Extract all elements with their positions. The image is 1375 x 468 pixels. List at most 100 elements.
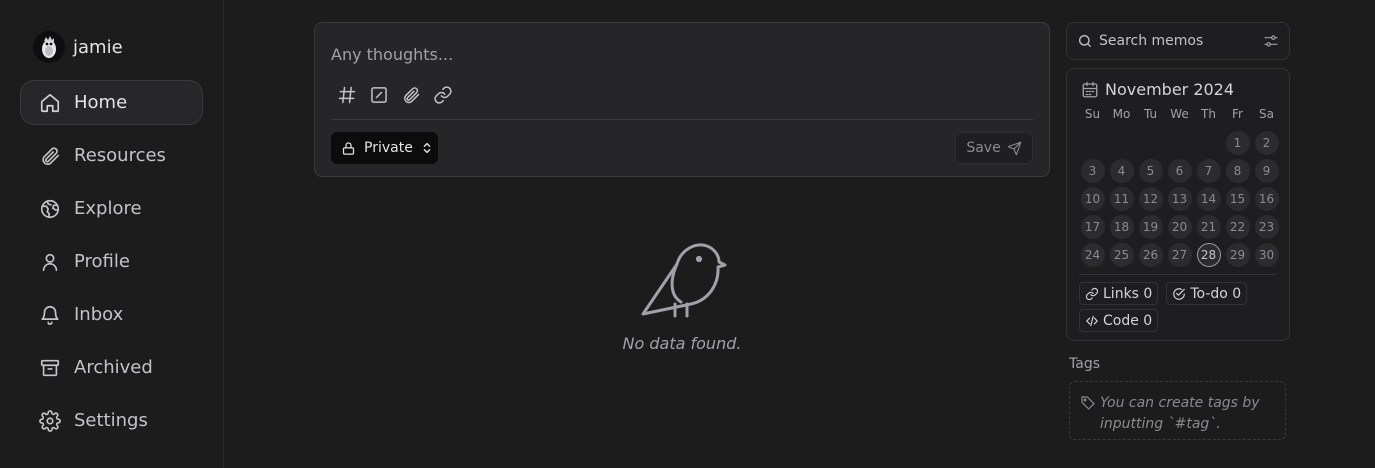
nav-item-inbox[interactable]: Inbox	[20, 292, 203, 337]
sidebar: jamie Home Resources Explore Profile Inb…	[0, 0, 224, 468]
calendar-day[interactable]: 26	[1138, 243, 1163, 267]
calendar-day[interactable]: 4	[1109, 159, 1134, 183]
calendar-blank	[1081, 131, 1105, 155]
link-icon[interactable]	[433, 85, 453, 105]
calendar-title: November 2024	[1105, 80, 1235, 99]
calendar-day[interactable]: 21	[1196, 215, 1221, 239]
paperclip-icon[interactable]	[401, 85, 421, 105]
search-input[interactable]	[1099, 33, 1257, 49]
calendar-day[interactable]: 16	[1254, 187, 1279, 211]
check-square-icon	[1172, 287, 1186, 301]
weekday-label: Th	[1201, 107, 1216, 121]
nav-item-label: Inbox	[74, 304, 124, 325]
weekday-label: Mo	[1112, 107, 1131, 121]
tags-empty-box: You can create tags by inputting `#tag`.	[1069, 381, 1286, 440]
nav-item-label: Archived	[74, 357, 153, 378]
code-stat-label: Code 0	[1103, 312, 1153, 329]
search-box	[1066, 22, 1290, 60]
main-nav: Home Resources Explore Profile Inbox Arc…	[20, 80, 203, 451]
calendar-day[interactable]: 6	[1167, 159, 1192, 183]
calendar-day[interactable]: 24	[1080, 243, 1105, 267]
save-button[interactable]: Save	[955, 132, 1033, 164]
calendar-day[interactable]: 7	[1196, 159, 1221, 183]
hashtag-icon[interactable]	[337, 85, 357, 105]
calendar-day[interactable]: 11	[1109, 187, 1134, 211]
avatar	[33, 31, 65, 63]
nav-item-home[interactable]: Home	[20, 80, 203, 125]
tags-title: Tags	[1069, 356, 1100, 372]
nav-item-label: Profile	[74, 251, 130, 272]
calendar-day[interactable]: 2	[1254, 131, 1279, 155]
calendar-day[interactable]: 1	[1225, 131, 1250, 155]
nav-item-profile[interactable]: Profile	[20, 239, 203, 284]
calendar-day[interactable]: 10	[1080, 187, 1105, 211]
calendar-day-today[interactable]: 28	[1196, 243, 1221, 267]
filter-settings-icon[interactable]	[1263, 33, 1279, 49]
memo-stats: Links 0 To-do 0 Code 0	[1079, 282, 1279, 332]
user-icon	[38, 250, 62, 274]
calendar-day[interactable]: 27	[1167, 243, 1192, 267]
archive-icon	[38, 356, 62, 380]
calendar-day[interactable]: 3	[1080, 159, 1105, 183]
memo-editor: Private Save	[314, 22, 1050, 177]
calendar-day[interactable]: 9	[1254, 159, 1279, 183]
code-icon	[1085, 314, 1099, 328]
calendar-day[interactable]: 30	[1254, 243, 1279, 267]
calendar-blank	[1110, 131, 1134, 155]
calendar-day[interactable]: 15	[1225, 187, 1250, 211]
paperclip-icon	[38, 144, 62, 168]
send-icon	[1007, 141, 1022, 156]
bird-icon	[637, 238, 727, 318]
calendar-grid: Su Mo Tu We Th Fr Sa 1 2 3 4 5 6 7 8 9 10 11 12 13 14 15 16 17 1…	[1078, 107, 1281, 267]
calendar-day[interactable]: 29	[1225, 243, 1250, 267]
calendar-day[interactable]: 14	[1196, 187, 1221, 211]
calendar-icon	[1081, 81, 1099, 99]
calendar-blank	[1197, 131, 1221, 155]
link-icon	[1085, 287, 1099, 301]
calendar-day[interactable]: 13	[1167, 187, 1192, 211]
weekday-label: Tu	[1143, 107, 1158, 121]
calendar-day[interactable]: 22	[1225, 215, 1250, 239]
editor-divider	[331, 119, 1033, 120]
nav-item-resources[interactable]: Resources	[20, 133, 203, 178]
calendar-day[interactable]: 12	[1138, 187, 1163, 211]
weekday-label: Sa	[1259, 107, 1274, 121]
calendar-blank	[1168, 131, 1192, 155]
editor-toolbar	[337, 85, 453, 105]
calendar-blank	[1139, 131, 1163, 155]
calendar-day[interactable]: 19	[1138, 215, 1163, 239]
code-stat[interactable]: Code 0	[1079, 309, 1159, 332]
nav-item-explore[interactable]: Explore	[20, 186, 203, 231]
lock-icon	[341, 141, 356, 156]
calendar-day[interactable]: 5	[1138, 159, 1163, 183]
weekday-label: Fr	[1232, 107, 1243, 121]
chevron-updown-icon	[421, 141, 433, 155]
calendar-day[interactable]: 17	[1080, 215, 1105, 239]
nav-item-settings[interactable]: Settings	[20, 398, 203, 443]
todo-stat[interactable]: To-do 0	[1166, 282, 1248, 305]
weekday-label: We	[1170, 107, 1189, 121]
save-label: Save	[966, 140, 1001, 156]
calendar-day[interactable]: 8	[1225, 159, 1250, 183]
links-stat[interactable]: Links 0	[1079, 282, 1159, 305]
activity-calendar: November 2024 Su Mo Tu We Th Fr Sa 1 2 3 4 5 6 7 8 9 10 1…	[1066, 68, 1290, 341]
memo-input[interactable]	[331, 45, 1031, 64]
home-icon	[38, 91, 62, 115]
calendar-day[interactable]: 25	[1109, 243, 1134, 267]
empty-message: No data found.	[622, 334, 742, 353]
nav-item-label: Home	[74, 92, 128, 113]
calendar-day[interactable]: 23	[1254, 215, 1279, 239]
calendar-day[interactable]: 20	[1167, 215, 1192, 239]
checkbox-icon[interactable]	[369, 85, 389, 105]
weekday-label: Su	[1084, 107, 1101, 121]
empty-state: No data found.	[594, 238, 770, 353]
calendar-header: November 2024	[1081, 80, 1234, 99]
bell-icon	[38, 303, 62, 327]
visibility-select[interactable]: Private	[331, 132, 438, 164]
user-name: jamie	[73, 36, 123, 58]
user-menu[interactable]: jamie	[33, 31, 123, 63]
nav-item-archived[interactable]: Archived	[20, 345, 203, 390]
calendar-day[interactable]: 18	[1109, 215, 1134, 239]
todo-stat-label: To-do 0	[1190, 285, 1242, 302]
search-icon	[1077, 33, 1093, 49]
